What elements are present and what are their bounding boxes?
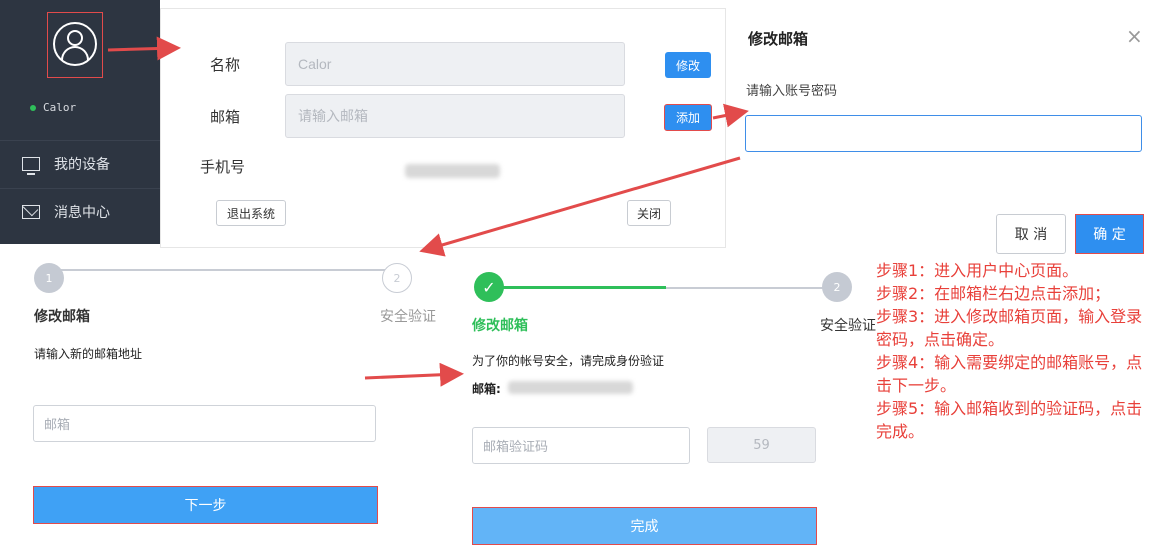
arrow-avatar-to-profile	[107, 36, 181, 61]
arrow-add-to-modal	[712, 103, 749, 128]
arrow-modal-to-step1	[419, 156, 741, 257]
annotation-arrows	[107, 36, 749, 387]
arrow-step1-to-step2	[364, 362, 464, 387]
